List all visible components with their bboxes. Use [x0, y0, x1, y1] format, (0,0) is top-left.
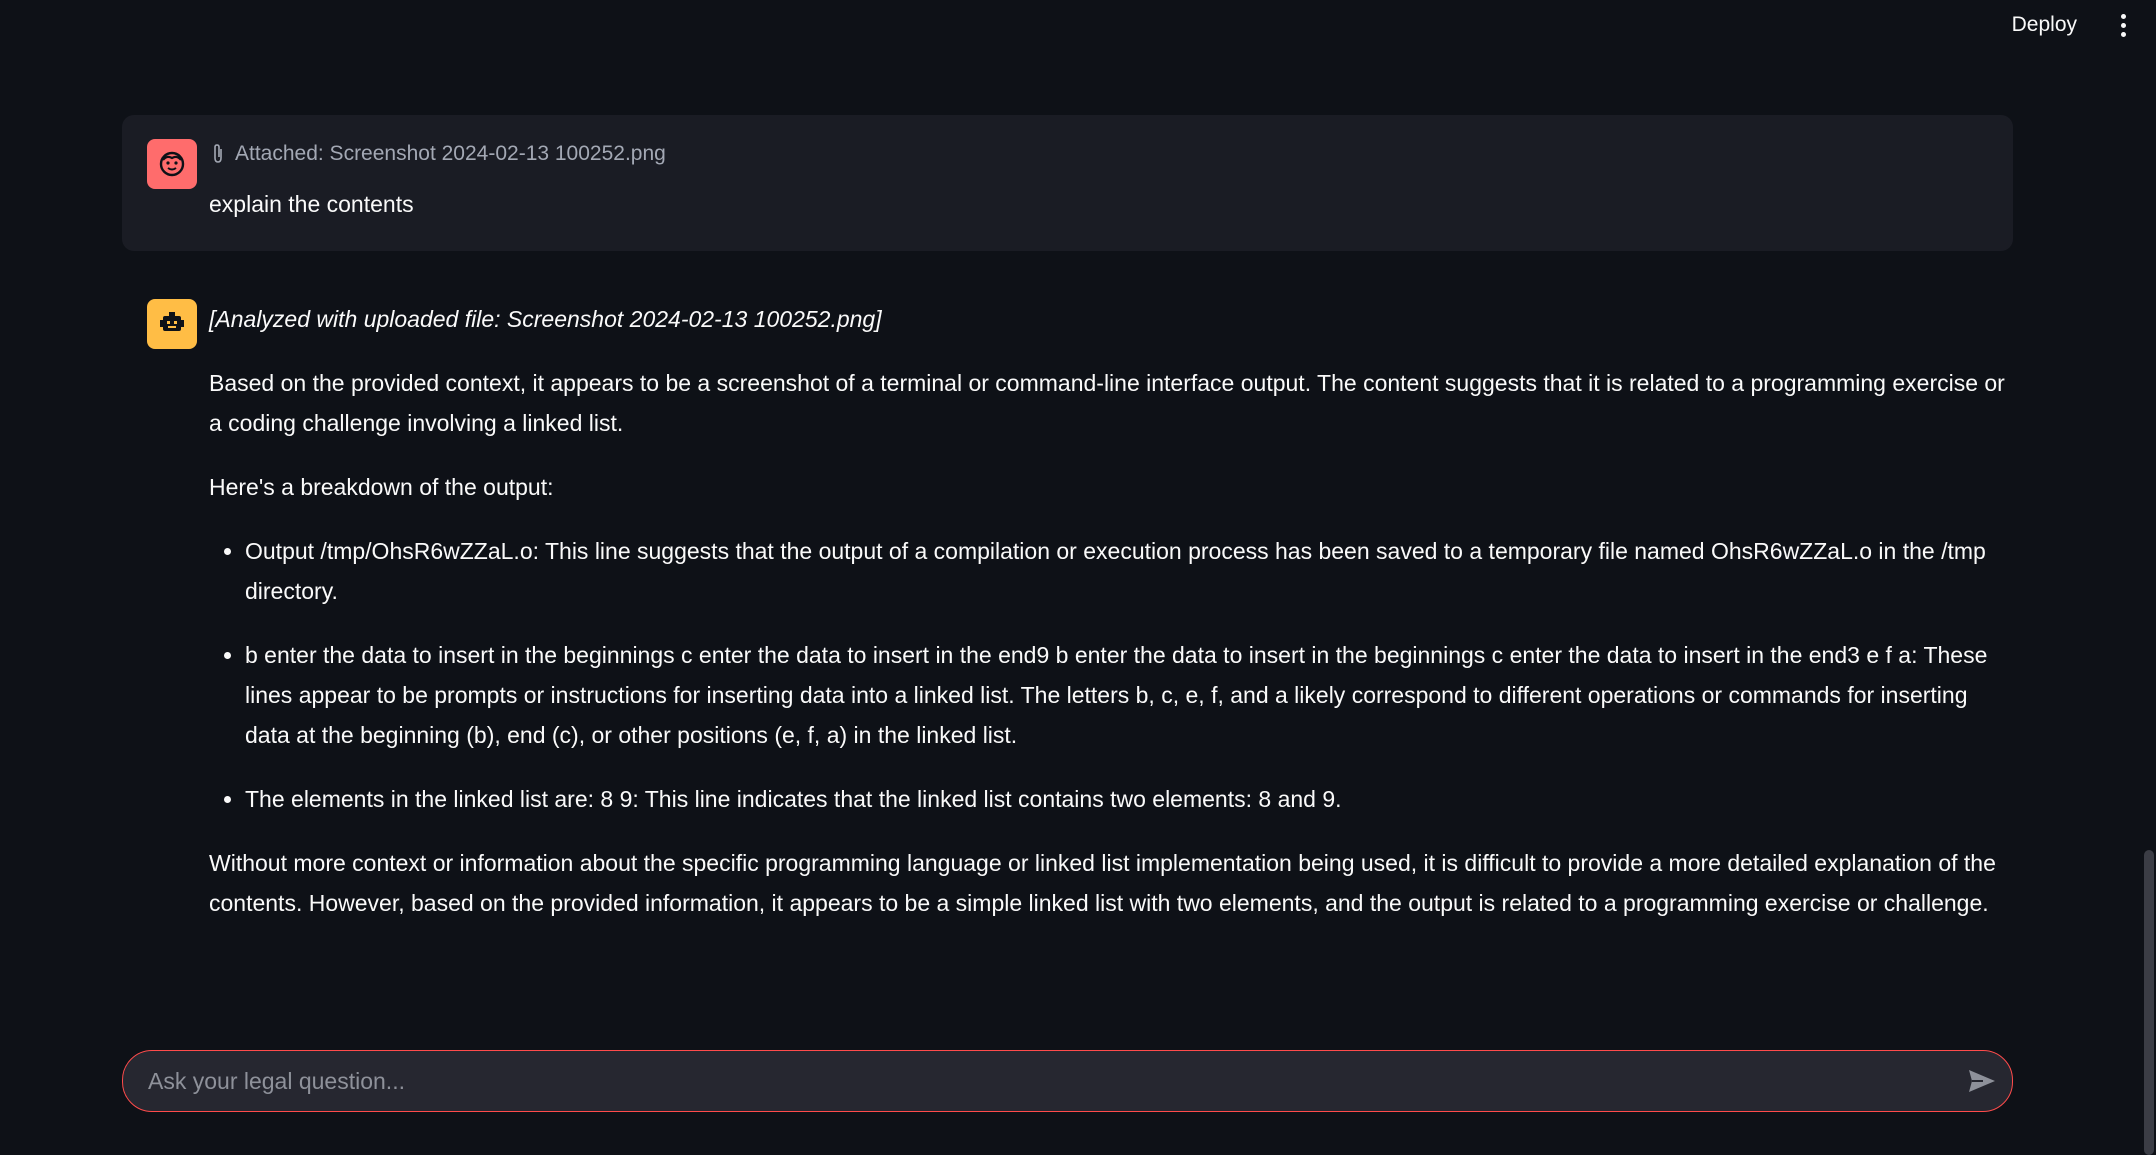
assistant-message-body: [Analyzed with uploaded file: Screenshot…	[209, 299, 2013, 947]
dot	[2120, 22, 2126, 28]
assistant-message: [Analyzed with uploaded file: Screenshot…	[122, 275, 2013, 947]
user-message: Attached: Screenshot 2024-02-13 100252.p…	[122, 115, 2013, 251]
deploy-button[interactable]: Deploy	[2000, 8, 2089, 42]
attachment-line: Attached: Screenshot 2024-02-13 100252.p…	[209, 139, 1989, 169]
list-item: b enter the data to insert in the beginn…	[245, 635, 2009, 755]
chat-input-container	[122, 1050, 2013, 1112]
robot-icon	[160, 312, 184, 331]
chat-container: Attached: Screenshot 2024-02-13 100252.p…	[122, 115, 2013, 947]
conclusion-paragraph: Without more context or information abou…	[209, 850, 1996, 916]
smiley-face-icon	[159, 151, 185, 177]
chat-input[interactable]	[123, 1051, 1952, 1111]
assistant-avatar	[147, 299, 197, 349]
main-menu-button[interactable]	[2106, 8, 2140, 42]
intro-paragraph: Based on the provided context, it appear…	[209, 370, 2005, 436]
analysis-note: [Analyzed with uploaded file: Screenshot…	[209, 306, 882, 332]
user-message-body: Attached: Screenshot 2024-02-13 100252.p…	[209, 139, 1989, 221]
list-item: Output /tmp/OhsR6wZZaL.o: This line sugg…	[245, 531, 2009, 611]
send-button[interactable]	[1952, 1051, 2012, 1111]
user-avatar	[147, 139, 197, 189]
scrollbar-thumb[interactable]	[2144, 850, 2154, 1155]
user-message-text: explain the contents	[209, 191, 414, 217]
send-arrow-icon	[1969, 1070, 1995, 1092]
top-bar: Deploy	[0, 0, 2156, 50]
vertical-dots-icon	[2120, 13, 2126, 19]
dot	[2120, 31, 2126, 37]
scrollbar[interactable]	[2142, 0, 2156, 1155]
paperclip-icon	[214, 144, 222, 163]
breakdown-heading: Here's a breakdown of the output:	[209, 474, 554, 500]
breakdown-list: Output /tmp/OhsR6wZZaL.o: This line sugg…	[209, 531, 2009, 819]
attachment-text: Attached: Screenshot 2024-02-13 100252.p…	[235, 142, 666, 165]
list-item: The elements in the linked list are: 8 9…	[245, 779, 2009, 819]
